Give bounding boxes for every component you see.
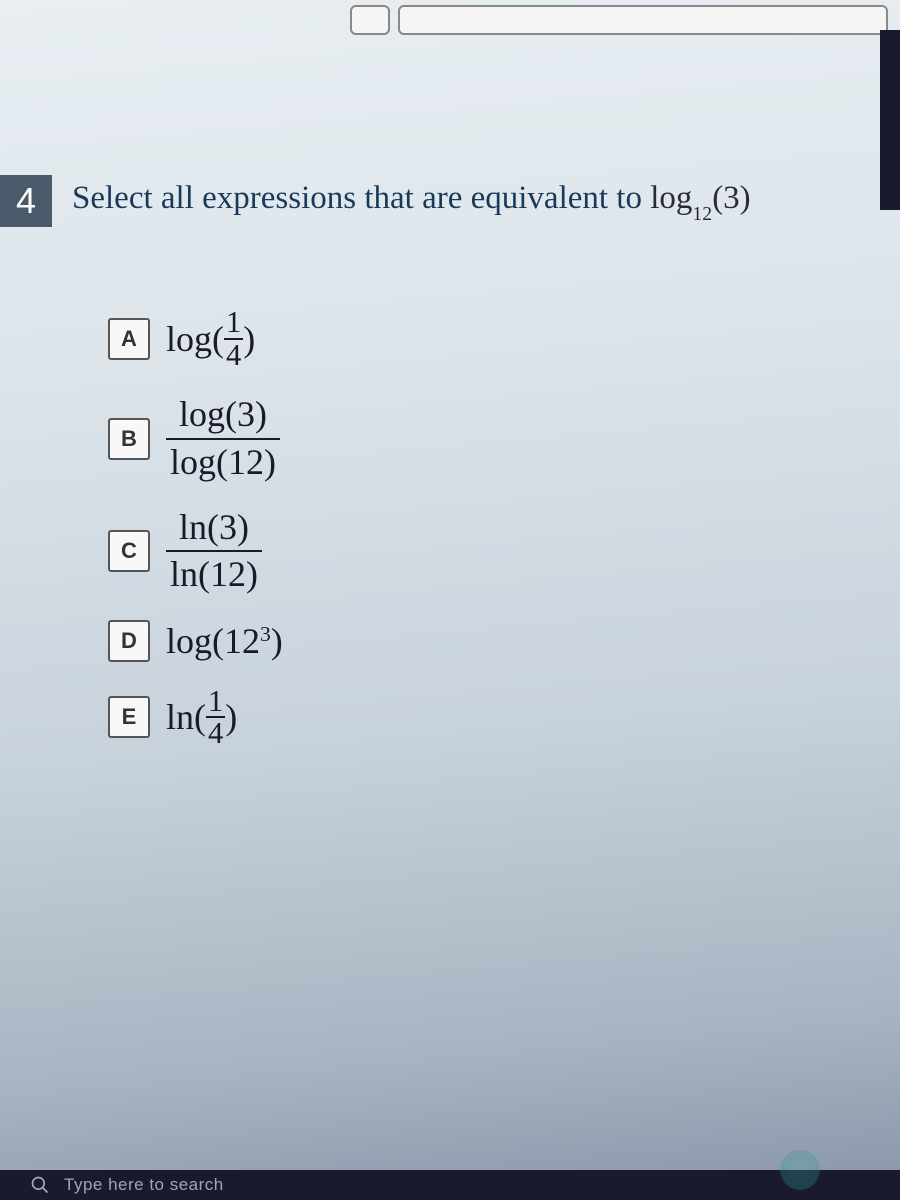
question-prompt: Select all expressions that are equivale… bbox=[72, 180, 751, 222]
question-content: 4 Select all expressions that are equiva… bbox=[0, 0, 900, 749]
option-c: C ln(3)ln(12) bbox=[108, 507, 900, 596]
browser-ui-box bbox=[350, 5, 390, 35]
option-d: D log(123) bbox=[108, 620, 900, 662]
option-a-expression: log(14) bbox=[166, 307, 255, 370]
option-c-expression: ln(3)ln(12) bbox=[166, 507, 262, 596]
option-b-expression: log(3)log(12) bbox=[166, 394, 280, 483]
browser-chrome-fragment bbox=[0, 0, 900, 35]
prompt-text: Select all expressions that are equivale… bbox=[72, 180, 650, 216]
option-e: E ln(14) bbox=[108, 686, 900, 749]
option-checkbox-e[interactable]: E bbox=[108, 696, 150, 738]
question-header: 4 Select all expressions that are equiva… bbox=[0, 175, 900, 227]
option-e-expression: ln(14) bbox=[166, 686, 237, 749]
search-icon bbox=[30, 1175, 50, 1195]
options-list: A log(14) B log(3)log(12) C ln(3)ln(12) … bbox=[0, 307, 900, 749]
window-right-edge bbox=[880, 30, 900, 210]
option-checkbox-a[interactable]: A bbox=[108, 318, 150, 360]
cortana-icon[interactable] bbox=[780, 1150, 820, 1190]
target-expression: log12(3) bbox=[650, 180, 750, 216]
option-checkbox-d[interactable]: D bbox=[108, 620, 150, 662]
windows-taskbar[interactable]: Type here to search bbox=[0, 1170, 900, 1200]
browser-ui-box bbox=[398, 5, 888, 35]
option-d-expression: log(123) bbox=[166, 620, 283, 662]
taskbar-search-text[interactable]: Type here to search bbox=[64, 1175, 224, 1195]
option-b: B log(3)log(12) bbox=[108, 394, 900, 483]
question-number-badge: 4 bbox=[0, 175, 52, 227]
option-checkbox-b[interactable]: B bbox=[108, 418, 150, 460]
option-checkbox-c[interactable]: C bbox=[108, 530, 150, 572]
option-a: A log(14) bbox=[108, 307, 900, 370]
